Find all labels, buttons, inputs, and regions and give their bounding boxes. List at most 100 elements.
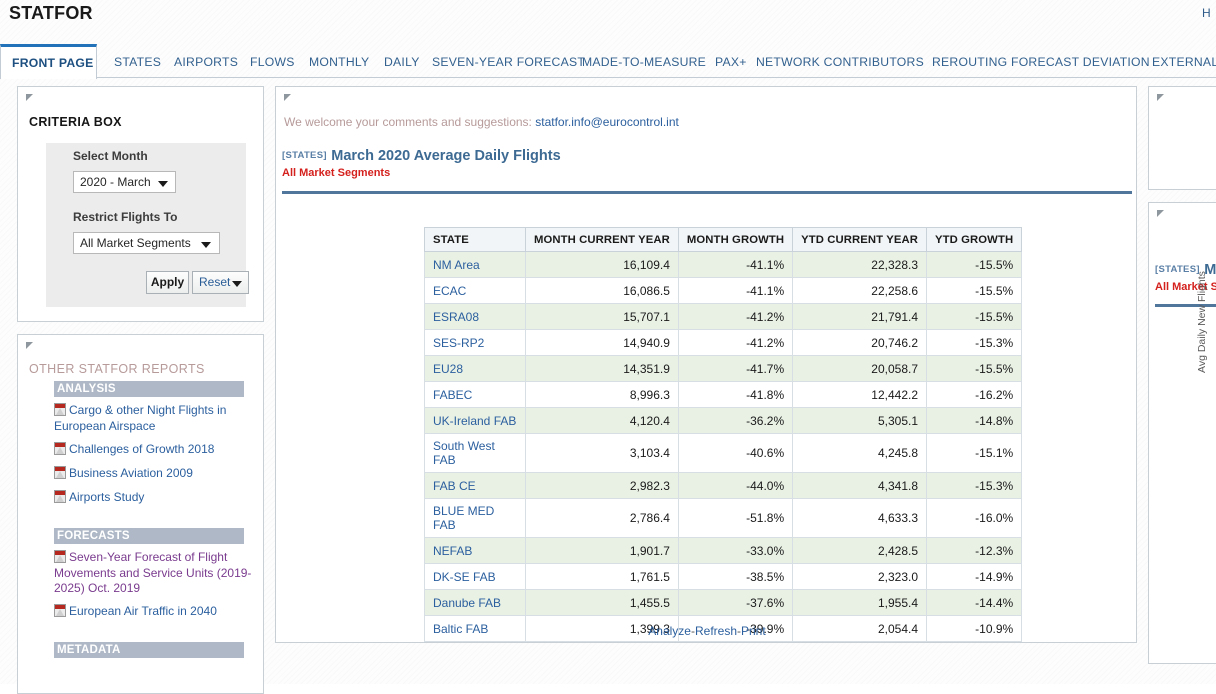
cell-ytd-current-year: 4,633.3: [792, 498, 928, 538]
tab-airports[interactable]: AIRPORTS: [163, 44, 239, 78]
cell-month-growth: -41.2%: [677, 329, 794, 356]
column-header-state[interactable]: STATE: [424, 227, 526, 252]
tab-seven-year-forecast[interactable]: SEVEN-YEAR FORECAST: [421, 44, 585, 78]
cell-state[interactable]: SES-RP2: [424, 329, 526, 356]
cell-state[interactable]: NM Area: [424, 251, 526, 278]
report-link[interactable]: Challenges of Growth 2018: [54, 442, 254, 458]
tab-network-contributors[interactable]: NETWORK CONTRIBUTORS: [745, 44, 924, 78]
welcome-message: We welcome your comments and suggestions…: [284, 115, 679, 129]
report-link[interactable]: Airports Study: [54, 490, 254, 506]
column-header-ytd-growth[interactable]: YTD GROWTH: [926, 227, 1023, 252]
header-right-link[interactable]: H: [1202, 6, 1216, 20]
report-link[interactable]: Cargo & other Night Flights in European …: [54, 403, 254, 434]
report-link-label: Business Aviation 2009: [69, 466, 193, 480]
column-header-month-current-year[interactable]: MONTH CURRENT YEAR: [525, 227, 679, 252]
cell-month-growth: -41.2%: [677, 303, 794, 330]
column-header-month-growth[interactable]: MONTH GROWTH: [677, 227, 794, 252]
report-link-label: European Air Traffic in 2040: [69, 604, 217, 618]
report-scope-tag: [STATES]: [282, 150, 327, 161]
tab-pax[interactable]: PAX+: [704, 44, 746, 78]
pdf-icon: [54, 466, 66, 479]
cell-state[interactable]: ECAC: [424, 277, 526, 304]
cell-ytd-current-year: 4,245.8: [792, 433, 928, 473]
table-row: South West FAB 3,103.4 -40.6% 4,245.8 -15.1%: [424, 433, 1023, 473]
report-link[interactable]: Business Aviation 2009: [54, 466, 254, 482]
report-subtitle: All Market Segments: [282, 167, 391, 179]
tab-external[interactable]: EXTERNAL: [1141, 44, 1216, 78]
cell-state[interactable]: DK-SE FAB: [424, 563, 526, 590]
restrict-flights-dropdown[interactable]: All Market Segments: [73, 232, 220, 254]
cell-state[interactable]: EU28: [424, 355, 526, 382]
cell-ytd-growth: -14.4%: [926, 589, 1023, 616]
cell-month-growth: -40.6%: [677, 433, 794, 473]
table-row: FABEC 8,996.3 -41.8% 12,442.2 -16.2%: [424, 381, 1023, 408]
cell-ytd-growth: -16.0%: [926, 498, 1023, 538]
cell-state[interactable]: NEFAB: [424, 537, 526, 564]
welcome-text: We welcome your comments and suggestions…: [284, 115, 532, 129]
right-report-scope-tag: [STATES]: [1155, 264, 1200, 275]
tab-states[interactable]: STATES: [103, 44, 163, 78]
main-tab-bar: FRONT PAGE STATES AIRPORTS FLOWS MONTHLY DAIL…: [0, 44, 1216, 79]
contact-email-link[interactable]: statfor.info@eurocontrol.int: [535, 115, 679, 129]
table-row: NM Area 16,109.4 -41.1% 22,328.3 -15.5%: [424, 251, 1023, 278]
tab-forecast-deviation[interactable]: FORECAST DEVIATION: [1000, 44, 1150, 78]
criteria-box-form: Select Month 2020 - March Restrict Fligh…: [46, 143, 249, 307]
collapse-icon[interactable]: [26, 342, 33, 349]
refresh-link[interactable]: Refresh: [695, 624, 737, 638]
collapse-icon[interactable]: [1157, 210, 1164, 217]
cell-month-current-year: 16,109.4: [525, 251, 679, 278]
cell-month-growth: -38.5%: [677, 563, 794, 590]
tab-rerouting[interactable]: REROUTING: [921, 44, 1007, 78]
analyze-link[interactable]: Analyze: [648, 624, 691, 638]
collapse-icon[interactable]: [1157, 94, 1164, 101]
apply-button[interactable]: Apply: [146, 271, 189, 294]
cell-state[interactable]: BLUE MED FAB: [424, 498, 526, 538]
tab-flows[interactable]: FLOWS: [239, 44, 298, 78]
cell-state[interactable]: UK-Ireland FAB: [424, 407, 526, 434]
collapse-icon[interactable]: [284, 94, 291, 101]
tab-monthly[interactable]: MONTHLY: [298, 44, 373, 78]
report-link-label: Seven-Year Forecast of Flight Movements …: [54, 550, 252, 595]
cell-ytd-growth: -14.8%: [926, 407, 1023, 434]
cell-state[interactable]: FAB CE: [424, 472, 526, 499]
cell-ytd-growth: -16.2%: [926, 381, 1023, 408]
collapse-icon[interactable]: [26, 94, 33, 101]
cell-ytd-growth: -15.1%: [926, 433, 1023, 473]
table-header-row: STATE MONTH CURRENT YEAR MONTH GROWTH YTD C…: [424, 227, 1023, 252]
chevron-down-icon: [232, 281, 242, 287]
reset-button-label: Reset: [199, 275, 231, 289]
reset-button[interactable]: Reset: [192, 271, 249, 294]
cell-month-current-year: 1,455.5: [525, 589, 679, 616]
cell-ytd-current-year: 2,323.0: [792, 563, 928, 590]
table-row: ESRA08 15,707.1 -41.2% 21,791.4 -15.5%: [424, 303, 1023, 330]
table-row: UK-Ireland FAB 4,120.4 -36.2% 5,305.1 -14.8%: [424, 407, 1023, 434]
tab-made-to-measure[interactable]: MADE-TO-MEASURE: [571, 44, 706, 78]
cell-state[interactable]: FABEC: [424, 381, 526, 408]
select-month-dropdown[interactable]: 2020 - March: [73, 171, 176, 193]
cell-ytd-current-year: 20,058.7: [792, 355, 928, 382]
table-row: NEFAB 1,901.7 -33.0% 2,428.5 -12.3%: [424, 537, 1023, 564]
cell-state[interactable]: ESRA08: [424, 303, 526, 330]
pdf-icon: [54, 403, 66, 416]
cell-ytd-current-year: 22,258.6: [792, 277, 928, 304]
report-link[interactable]: Seven-Year Forecast of Flight Movements …: [54, 550, 254, 597]
tab-front-page[interactable]: FRONT PAGE: [0, 44, 97, 79]
column-header-ytd-current-year[interactable]: YTD CURRENT YEAR: [792, 227, 928, 252]
report-link[interactable]: European Air Traffic in 2040: [54, 604, 254, 620]
cell-month-growth: -41.8%: [677, 381, 794, 408]
print-link[interactable]: Print: [741, 624, 766, 638]
cell-month-current-year: 14,940.9: [525, 329, 679, 356]
cell-month-current-year: 16,086.5: [525, 277, 679, 304]
report-link-label: Airports Study: [69, 490, 145, 504]
tab-daily[interactable]: DAILY: [373, 44, 421, 78]
flights-data-table: STATE MONTH CURRENT YEAR MONTH GROWTH YTD C…: [424, 227, 1023, 642]
chevron-down-icon: [201, 242, 211, 248]
cell-month-growth: -44.0%: [677, 472, 794, 499]
cell-state[interactable]: Danube FAB: [424, 589, 526, 616]
restrict-flights-value: All Market Segments: [80, 236, 191, 250]
chevron-down-icon: [158, 181, 168, 187]
cell-month-growth: -36.2%: [677, 407, 794, 434]
cell-ytd-growth: -15.5%: [926, 277, 1023, 304]
report-link-label: Challenges of Growth 2018: [69, 442, 215, 456]
cell-state[interactable]: South West FAB: [424, 433, 526, 473]
